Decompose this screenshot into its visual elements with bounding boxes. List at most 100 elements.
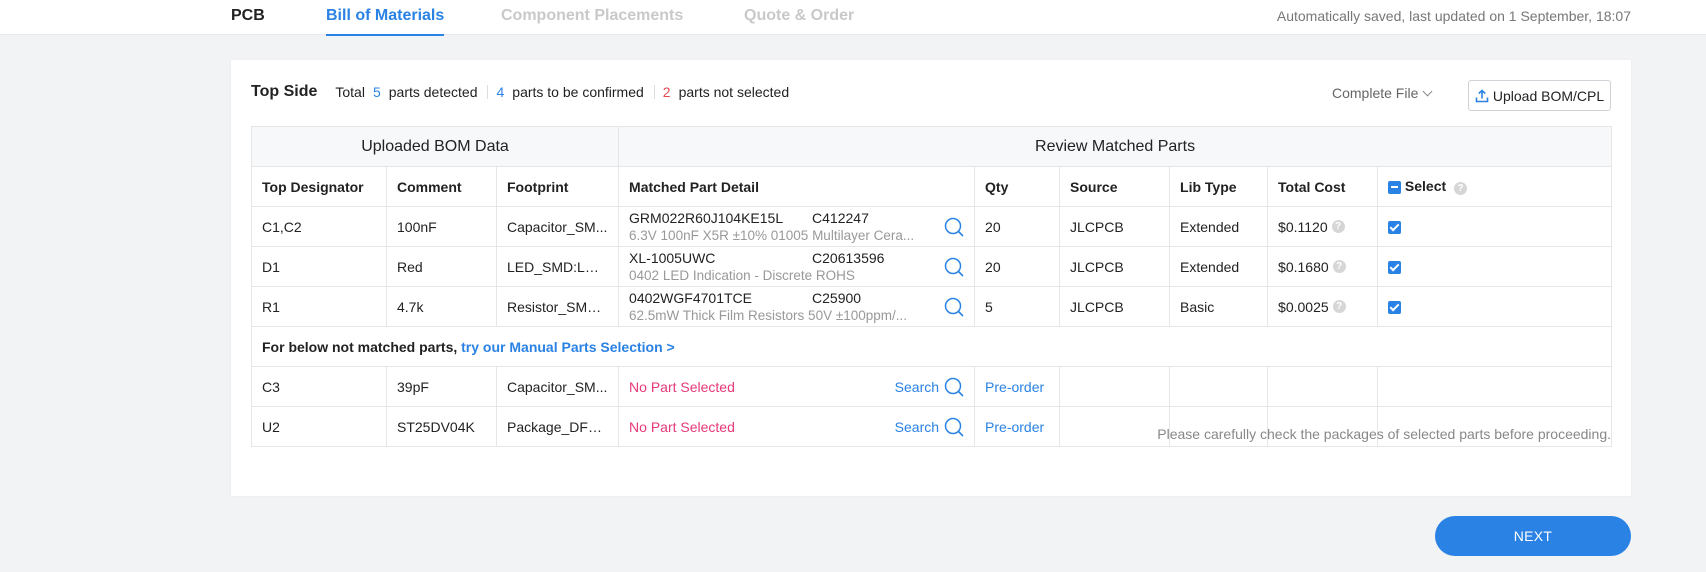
lib-type-cell: Extended bbox=[1169, 246, 1269, 287]
search-icon bbox=[944, 377, 964, 397]
col-qty: Qty bbox=[974, 166, 1061, 207]
table-row: D1 Red LED_SMD:LED... XL-1005UWC C206135… bbox=[251, 246, 1613, 287]
search-icon[interactable] bbox=[944, 217, 964, 237]
col-total-cost: Total Cost bbox=[1267, 166, 1379, 207]
col-comment: Comment bbox=[386, 166, 497, 207]
designator-cell: D1 bbox=[251, 246, 387, 287]
qty-cell: 5 bbox=[974, 286, 1061, 327]
tab-quote-order[interactable]: Quote & Order bbox=[744, 7, 854, 25]
search-icon[interactable] bbox=[944, 257, 964, 277]
row-select-checkbox[interactable] bbox=[1388, 301, 1402, 315]
search-icon bbox=[944, 417, 964, 437]
cost-value: $0.0025 bbox=[1278, 298, 1329, 315]
confirm-count: 4 bbox=[496, 84, 505, 100]
lcsc-number: C20613596 bbox=[812, 250, 885, 266]
comment-cell: 4.7k bbox=[386, 286, 497, 327]
source-cell bbox=[1059, 406, 1171, 447]
search-part-button[interactable]: Search bbox=[895, 417, 964, 437]
table-row: C1,C2 100nF Capacitor_SM... GRM022R60J10… bbox=[251, 206, 1613, 247]
col-source: Source bbox=[1059, 166, 1171, 207]
lib-type-cell bbox=[1169, 366, 1269, 407]
lib-type-cell: Extended bbox=[1169, 206, 1269, 247]
row-select-checkbox[interactable] bbox=[1388, 221, 1402, 235]
manual-parts-selection-link[interactable]: try our Manual Parts Selection > bbox=[461, 339, 675, 355]
col-designator: Top Designator bbox=[251, 166, 387, 207]
search-part-button[interactable]: Search bbox=[895, 377, 964, 397]
confirm-label: parts to be confirmed bbox=[512, 84, 644, 100]
search-label: Search bbox=[894, 419, 940, 435]
select-cell bbox=[1377, 246, 1613, 287]
package-check-note: Please carefully check the packages of s… bbox=[1157, 426, 1611, 442]
lcsc-number: C25900 bbox=[812, 290, 862, 306]
col-matched-part: Matched Part Detail bbox=[618, 166, 976, 207]
preorder-link[interactable]: Pre-order bbox=[974, 366, 1061, 407]
matched-part-cell: 0402WGF4701TCE C25900 62.5mW Thick Film … bbox=[618, 286, 976, 327]
designator-cell: R1 bbox=[251, 286, 387, 327]
row-select-checkbox[interactable] bbox=[1388, 261, 1402, 275]
help-icon[interactable]: ? bbox=[1332, 300, 1346, 313]
total-count: 5 bbox=[372, 84, 381, 100]
manual-selection-prefix: For below not matched parts, bbox=[262, 338, 458, 355]
source-cell bbox=[1059, 366, 1171, 407]
uploaded-bom-header: Uploaded BOM Data bbox=[250, 126, 620, 167]
part-number: XL-1005UWC bbox=[629, 249, 716, 266]
divider bbox=[653, 85, 655, 99]
footprint-cell: Capacitor_SM... bbox=[495, 206, 620, 247]
help-icon[interactable]: ? bbox=[1332, 260, 1346, 273]
file-dropdown-value: Complete File bbox=[1332, 85, 1419, 101]
select-all-checkbox[interactable] bbox=[1388, 180, 1402, 194]
tab-pcb[interactable]: PCB bbox=[231, 7, 265, 25]
comment-cell: 100nF bbox=[386, 206, 497, 247]
part-description: 6.3V 100nF X5R ±10% 01005 Multilayer Cer… bbox=[629, 227, 915, 243]
detected-label: parts detected bbox=[388, 84, 478, 100]
help-icon[interactable]: ? bbox=[1331, 220, 1345, 233]
file-dropdown[interactable]: Complete File bbox=[1332, 85, 1433, 101]
select-cell bbox=[1377, 206, 1613, 247]
lib-type-cell: Basic bbox=[1169, 286, 1269, 327]
part-description: 0402 LED Indication - Discrete ROHS bbox=[629, 267, 855, 283]
designator-cell: U2 bbox=[251, 406, 387, 447]
bom-table: Uploaded BOM Data Review Matched Parts T… bbox=[250, 126, 1613, 447]
matched-part-cell: No Part Selected Search bbox=[618, 406, 976, 447]
designator-cell: C3 bbox=[251, 366, 387, 407]
select-cell bbox=[1377, 366, 1613, 407]
tab-bill-of-materials[interactable]: Bill of Materials bbox=[326, 7, 445, 36]
upload-button-label: Upload BOM/CPL bbox=[1492, 87, 1605, 104]
footprint-cell: LED_SMD:LED... bbox=[495, 246, 620, 287]
next-button[interactable]: NEXT bbox=[1435, 516, 1631, 556]
chevron-down-icon bbox=[1422, 86, 1433, 96]
divider bbox=[487, 85, 489, 99]
source-cell: JLCPCB bbox=[1059, 206, 1171, 247]
help-icon[interactable]: ? bbox=[1454, 182, 1468, 195]
select-header-label: Select bbox=[1404, 178, 1447, 194]
col-select: Select ? bbox=[1377, 166, 1613, 207]
total-cost-cell: $0.1120? bbox=[1267, 206, 1379, 247]
table-row: C3 39pF Capacitor_SM... No Part Selected… bbox=[251, 366, 1613, 407]
preorder-link[interactable]: Pre-order bbox=[974, 406, 1061, 447]
no-part-status: No Part Selected bbox=[629, 378, 735, 395]
source-cell: JLCPCB bbox=[1059, 286, 1171, 327]
search-icon[interactable] bbox=[944, 297, 964, 317]
bom-card: Top Side Total 5 parts detected 4 parts … bbox=[231, 60, 1631, 496]
footprint-cell: Resistor_SMD:... bbox=[495, 286, 620, 327]
group-header-row: Uploaded BOM Data Review Matched Parts bbox=[250, 126, 1613, 167]
matched-part-cell: GRM022R60J104KE15L C412247 6.3V 100nF X5… bbox=[618, 206, 976, 247]
search-label: Search bbox=[894, 379, 940, 395]
autosave-status: Automatically saved, last updated on 1 S… bbox=[1276, 8, 1631, 24]
comment-cell: 39pF bbox=[386, 366, 497, 407]
column-header-row: Top Designator Comment Footprint Matched… bbox=[251, 166, 1613, 207]
qty-cell: 20 bbox=[974, 206, 1061, 247]
upload-bom-cpl-button[interactable]: Upload BOM/CPL bbox=[1468, 80, 1611, 111]
total-cost-cell: $0.0025? bbox=[1267, 286, 1379, 327]
footprint-cell: Capacitor_SM... bbox=[495, 366, 620, 407]
total-cost-cell: $0.1680? bbox=[1267, 246, 1379, 287]
top-nav-bar: PCB Bill of Materials Component Placemen… bbox=[0, 0, 1706, 36]
lcsc-number: C412247 bbox=[812, 210, 869, 226]
review-matched-header: Review Matched Parts bbox=[618, 126, 1613, 167]
col-lib-type: Lib Type bbox=[1169, 166, 1269, 207]
tab-component-placements[interactable]: Component Placements bbox=[501, 7, 683, 25]
table-row: R1 4.7k Resistor_SMD:... 0402WGF4701TCE … bbox=[251, 286, 1613, 327]
upload-icon bbox=[1475, 88, 1489, 102]
qty-cell: 20 bbox=[974, 246, 1061, 287]
comment-cell: ST25DV04K bbox=[386, 406, 497, 447]
